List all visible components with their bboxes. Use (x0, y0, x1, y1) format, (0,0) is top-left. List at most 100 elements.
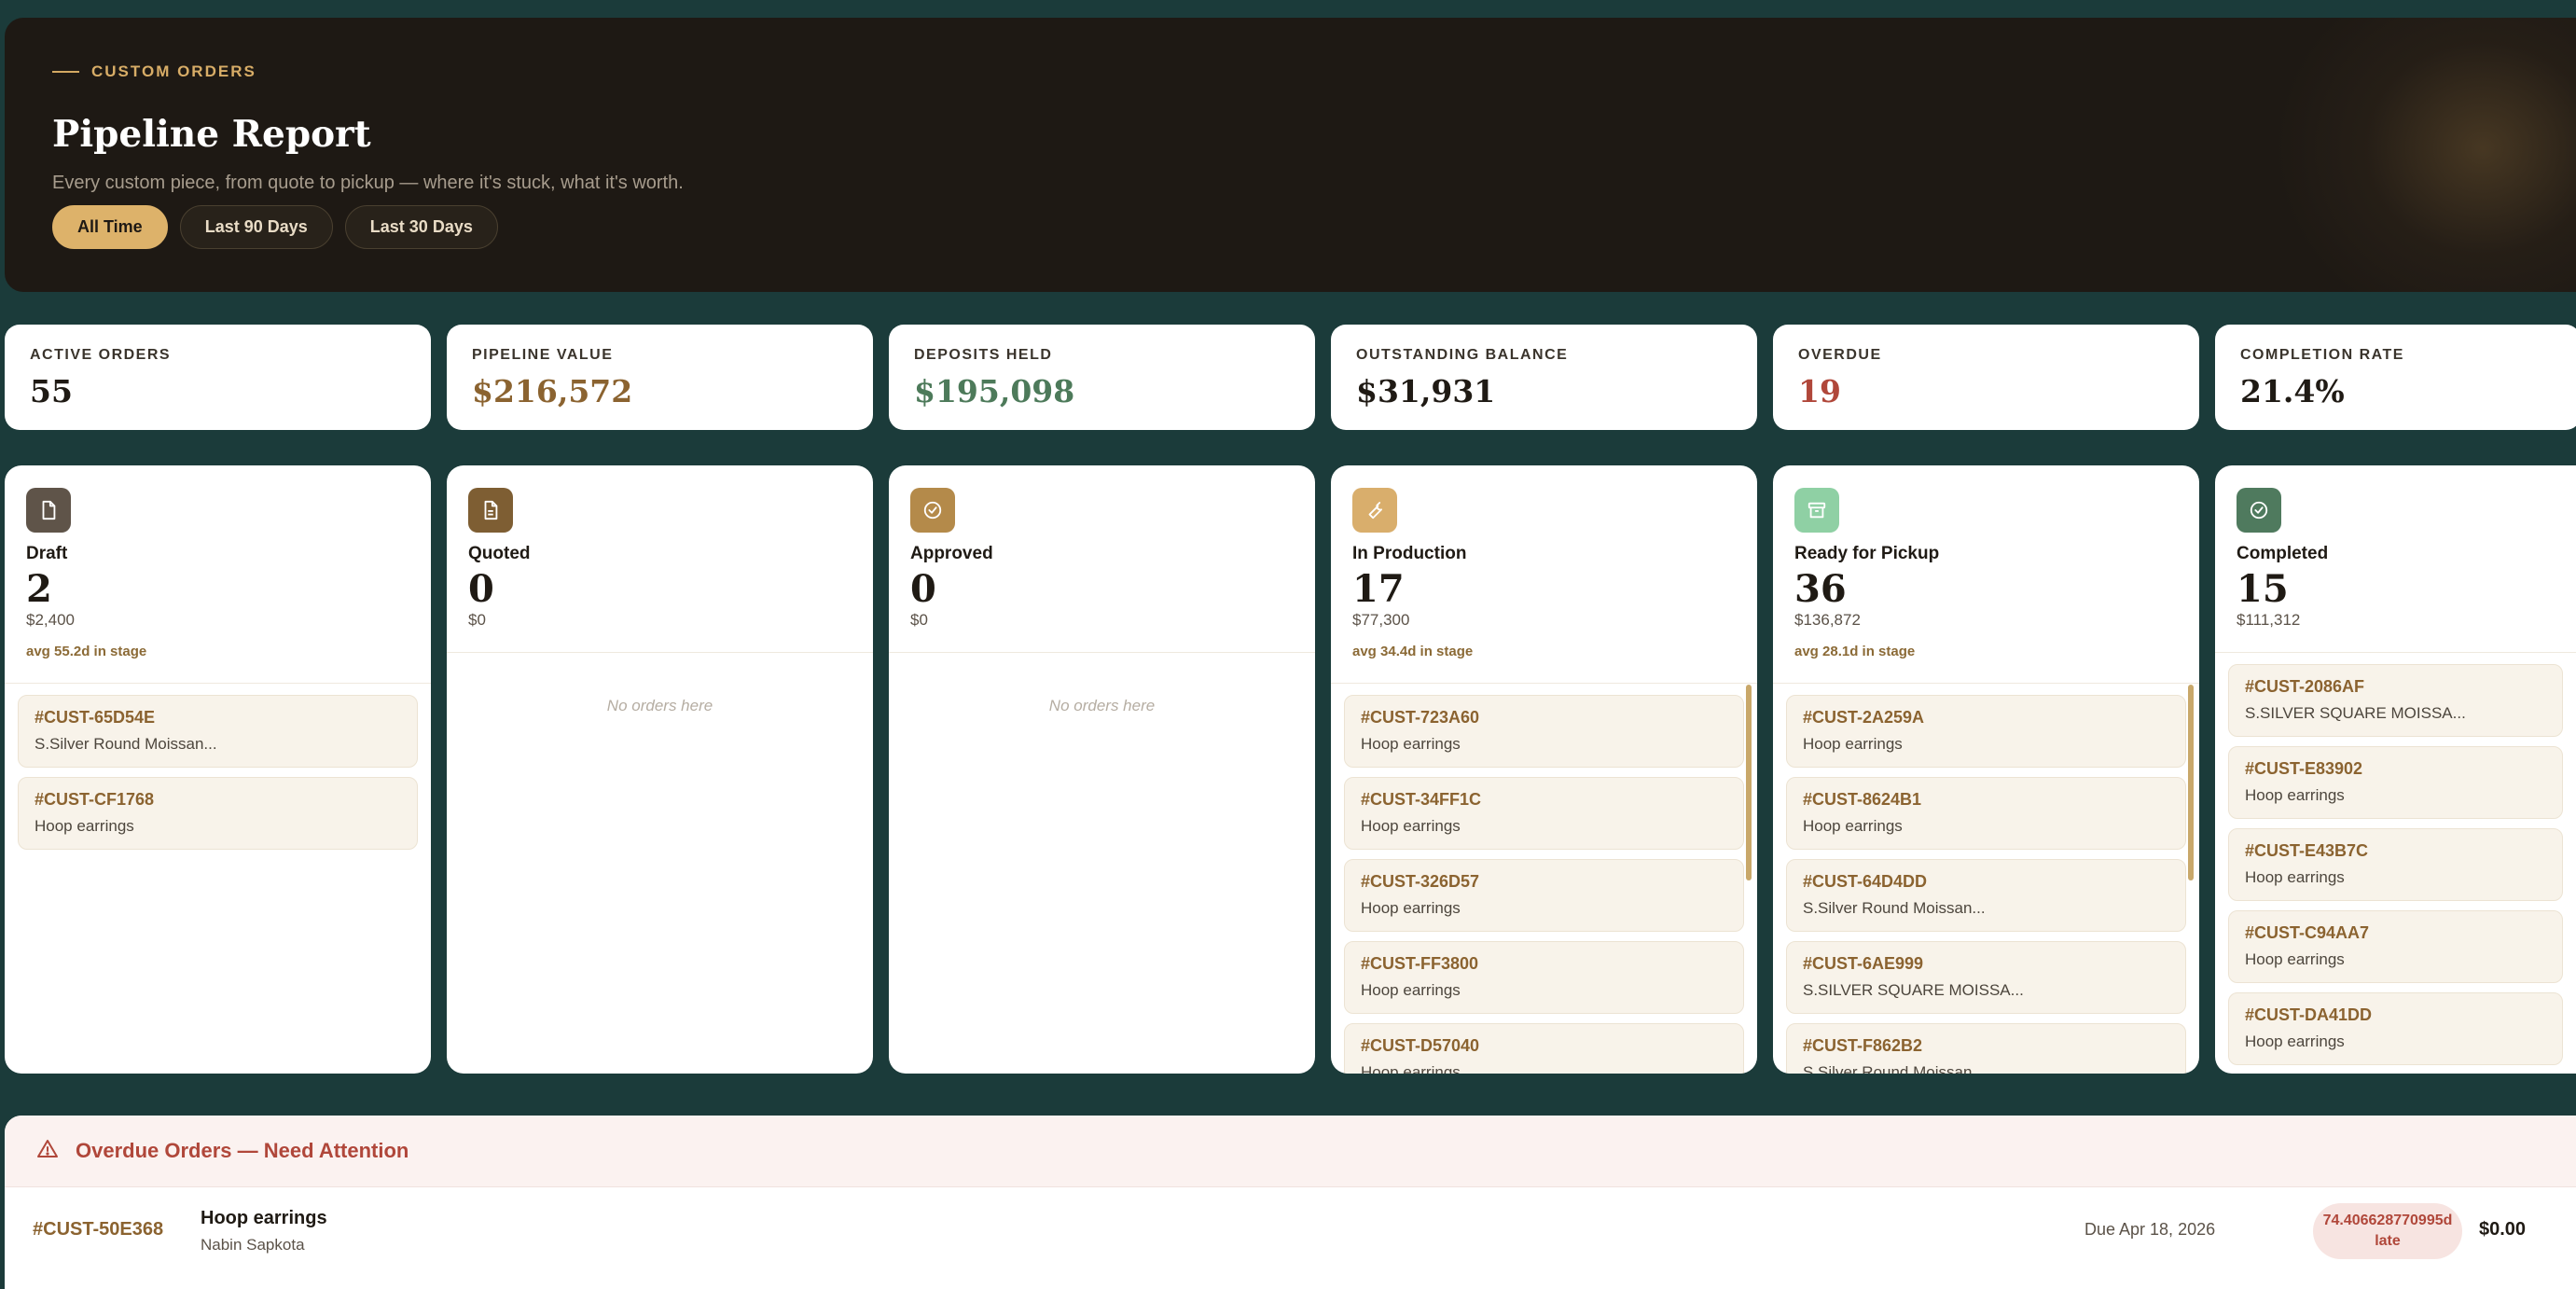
order-card[interactable]: #CUST-E43B7C Hoop earrings (2228, 828, 2563, 901)
stage-avg-time: avg 55.2d in stage (26, 644, 147, 659)
order-id: #CUST-F862B2 (1803, 1036, 1923, 1055)
stage-column-approved: Approved 0 $0 No orders here (889, 465, 1315, 1074)
order-item-name: Hoop earrings (201, 1208, 327, 1228)
column-divider (2215, 652, 2576, 653)
order-list[interactable]: #CUST-2A259A Hoop earrings #CUST-8624B1 Hoo… (1786, 695, 2186, 1074)
order-id: #CUST-2A259A (1803, 708, 1925, 727)
order-id: #CUST-D57040 (1361, 1036, 1480, 1055)
filter-last-90-days[interactable]: Last 90 Days (179, 205, 333, 249)
order-item: Hoop earrings (2245, 868, 2345, 886)
stage-avg-time: avg 28.1d in stage (1794, 644, 1916, 659)
empty-state: No orders here (606, 697, 713, 714)
stat-label: PIPELINE VALUE (472, 347, 614, 363)
quote-document-icon (468, 488, 513, 533)
stat-label: ACTIVE ORDERS (30, 347, 172, 363)
stat-value: $216,572 (472, 373, 633, 409)
order-card[interactable]: #CUST-DA41DD Hoop earrings (2228, 992, 2563, 1065)
stage-name: Approved (910, 544, 993, 563)
order-card[interactable]: #CUST-2086AF S.SILVER SQUARE MOISSA... (2228, 664, 2563, 737)
overdue-header: Overdue Orders — Need Attention (5, 1116, 2576, 1187)
order-item: S.Silver Round Moissan... (1803, 1063, 1986, 1074)
order-card[interactable]: #CUST-2A259A Hoop earrings (1786, 695, 2186, 768)
stage-column-completed: Completed 15 $111,312 #CUST-2086AF S.SILVER … (2215, 465, 2576, 1074)
stage-count: 36 (1794, 567, 1847, 611)
archive-box-icon (1794, 488, 1839, 533)
order-id: #CUST-E83902 (2245, 759, 2363, 778)
due-date: Due Apr 18, 2026 (2084, 1220, 2216, 1239)
order-item: Hoop earrings (2245, 786, 2345, 804)
order-card[interactable]: #CUST-8624B1 Hoop earrings (1786, 777, 2186, 850)
overdue-row[interactable]: #CUST-50E368 Hoop earrings Nabin Sapkota… (5, 1187, 2576, 1281)
late-badge: 74.406628770995d late (2313, 1203, 2462, 1259)
stage-count: 17 (1352, 567, 1405, 611)
stage-header: Approved 0 $0 (889, 465, 1315, 630)
stage-column-ready-for-pickup: Ready for Pickup 36 $136,872 avg 28.1d in s… (1773, 465, 2199, 1074)
order-list[interactable]: #CUST-2086AF S.SILVER SQUARE MOISSA... #CU… (2228, 664, 2563, 1074)
order-card[interactable]: #CUST-E83902 Hoop earrings (2228, 746, 2563, 819)
filter-last-30-days[interactable]: Last 30 Days (344, 205, 498, 249)
stat-value: 55 (30, 373, 73, 409)
eyebrow-text: CUSTOM ORDERS (91, 62, 256, 80)
order-id: #CUST-326D57 (1361, 872, 1480, 891)
order-card[interactable]: #CUST-723A60 Hoop earrings (1344, 695, 1744, 768)
stage-value: $136,872 (1794, 611, 1861, 629)
order-card[interactable]: #CUST-64D4DD S.Silver Round Moissan... (1786, 859, 2186, 932)
order-card[interactable]: #CUST-65D54E S.Silver Round Moissan... (18, 695, 418, 768)
stage-header: Completed 15 $111,312 (2215, 465, 2576, 630)
order-card[interactable]: #CUST-D57040 Hoop earrings (1344, 1023, 1744, 1074)
stat-label: COMPLETION RATE (2240, 347, 2404, 363)
page-title: Pipeline Report (52, 113, 371, 156)
check-circle-icon (2237, 488, 2281, 533)
order-item: Hoop earrings (1361, 1063, 1461, 1074)
order-card[interactable]: #CUST-CF1768 Hoop earrings (18, 777, 418, 850)
stage-name: Draft (26, 544, 68, 563)
stage-count: 0 (910, 567, 936, 611)
overdue-title: Overdue Orders — Need Attention (76, 1139, 409, 1162)
order-card[interactable]: #CUST-34FF1C Hoop earrings (1344, 777, 1744, 850)
order-item: Hoop earrings (2245, 950, 2345, 968)
order-card[interactable]: #CUST-326D57 Hoop earrings (1344, 859, 1744, 932)
order-card[interactable]: #CUST-F862B2 S.Silver Round Moissan... (1786, 1023, 2186, 1074)
stage-value: $0 (910, 611, 928, 629)
order-item: Hoop earrings (1803, 817, 1903, 835)
empty-state: No orders here (1048, 697, 1156, 714)
eyebrow: CUSTOM ORDERS (52, 62, 256, 81)
stage-column-quoted: Quoted 0 $0 No orders here (447, 465, 873, 1074)
stage-name: Ready for Pickup (1794, 544, 1940, 563)
order-id: #CUST-8624B1 (1803, 790, 1922, 809)
stage-value: $2,400 (26, 611, 75, 629)
stage-column-draft: Draft 2 $2,400 avg 55.2d in stage #CUST-65D5… (5, 465, 431, 1074)
filter-all-time[interactable]: All Time (52, 205, 168, 249)
order-item: S.Silver Round Moissan... (1803, 899, 1986, 917)
stage-name: In Production (1352, 544, 1467, 563)
stat-completion-rate: COMPLETION RATE 21.4% (2215, 325, 2576, 430)
overdue-panel: Overdue Orders — Need Attention #CUST-50… (5, 1116, 2576, 1289)
stat-label: OVERDUE (1798, 347, 1882, 363)
stage-value: $77,300 (1352, 611, 1410, 629)
order-card[interactable]: #CUST-6AE999 S.SILVER SQUARE MOISSA... (1786, 941, 2186, 1014)
stage-count: 0 (468, 567, 494, 611)
order-card[interactable]: #CUST-FF3800 Hoop earrings (1344, 941, 1744, 1014)
scrollbar-thumb[interactable] (2188, 685, 2194, 880)
stat-value: 19 (1798, 373, 1841, 409)
stage-count: 2 (26, 567, 52, 611)
order-item: S.SILVER SQUARE MOISSA... (2245, 704, 2466, 722)
order-id-link[interactable]: #CUST-50E368 (33, 1219, 163, 1240)
order-item: Hoop earrings (1361, 735, 1461, 753)
order-list[interactable]: #CUST-723A60 Hoop earrings #CUST-34FF1C Hoo… (1344, 695, 1744, 1074)
stage-column-in-production: In Production 17 $77,300 avg 34.4d in stage… (1331, 465, 1757, 1074)
scrollbar-thumb[interactable] (1746, 685, 1752, 880)
stat-outstanding-balance: OUTSTANDING BALANCE $31,931 (1331, 325, 1757, 430)
order-card[interactable]: #CUST-C94AA7 Hoop earrings (2228, 910, 2563, 983)
order-item: Hoop earrings (1361, 981, 1461, 999)
stat-deposits-held: DEPOSITS HELD $195,098 (889, 325, 1315, 430)
stage-header: Ready for Pickup 36 $136,872 avg 28.1d in s… (1773, 465, 2199, 659)
stage-header: In Production 17 $77,300 avg 34.4d in stage (1331, 465, 1757, 659)
stage-value: $0 (468, 611, 486, 629)
stat-label: DEPOSITS HELD (914, 347, 1053, 363)
order-id: #CUST-723A60 (1361, 708, 1480, 727)
order-item: Hoop earrings (1361, 817, 1461, 835)
stage-avg-time: avg 34.4d in stage (1352, 644, 1474, 659)
order-list[interactable]: #CUST-65D54E S.Silver Round Moissan... #CU… (18, 695, 418, 1074)
order-id: #CUST-64D4DD (1803, 872, 1928, 891)
